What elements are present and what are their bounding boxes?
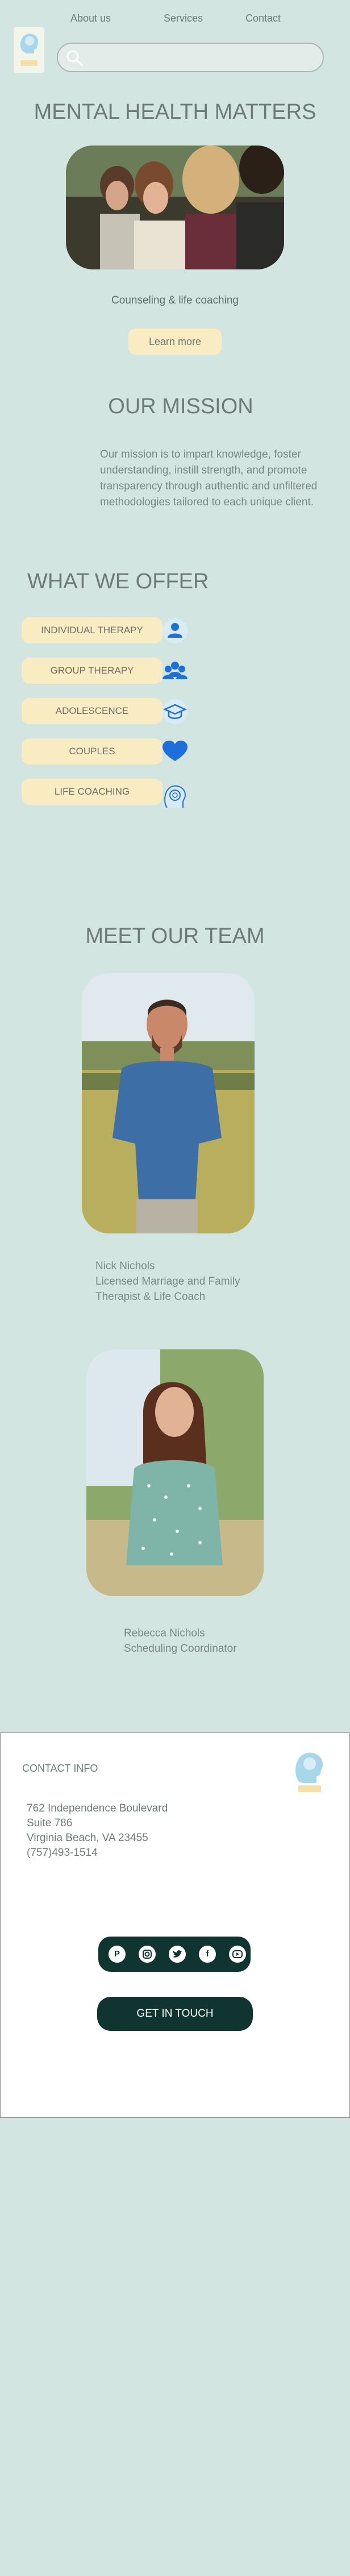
- hero-image: [66, 146, 284, 269]
- search-bar[interactable]: [57, 43, 324, 72]
- team-photo-nick: [82, 973, 255, 1233]
- facebook-icon[interactable]: f: [199, 1946, 216, 1963]
- hero-title: MENTAL HEALTH MATTERS: [34, 100, 316, 124]
- offer-label[interactable]: GROUP THERAPY: [22, 658, 163, 684]
- brain-icon: [164, 785, 186, 808]
- nav-services[interactable]: Services: [164, 13, 203, 24]
- head-logo-icon: [20, 34, 39, 53]
- mission-text: Our mission is to impart knowledge, fost…: [100, 448, 318, 508]
- address-line: Virginia Beach, VA 23455: [27, 1832, 148, 1844]
- heart-icon: [163, 741, 188, 761]
- group-icon: [163, 662, 188, 679]
- nav-contact[interactable]: Contact: [245, 13, 281, 24]
- youtube-icon[interactable]: [229, 1946, 246, 1963]
- head-logo-icon: [295, 1752, 323, 1792]
- graduation-cap-icon: [163, 699, 188, 724]
- nav-about[interactable]: About us: [70, 13, 111, 24]
- mission-title: OUR MISSION: [108, 394, 253, 418]
- pinterest-icon[interactable]: P: [109, 1946, 126, 1963]
- offer-item-adolescence[interactable]: ADOLESCENCE: [22, 698, 192, 725]
- hero-subtitle: Counseling & life coaching: [111, 294, 239, 306]
- offer-item-couples[interactable]: COUPLES: [22, 738, 192, 766]
- team-member-nick: Nick Nichols Licensed Marriage and Famil…: [95, 1258, 240, 1304]
- offer-label[interactable]: COUPLES: [22, 738, 163, 765]
- search-icon: [66, 50, 84, 67]
- twitter-icon[interactable]: [169, 1946, 186, 1963]
- contact-section: CONTACT INFO 762 Independence Boulevard …: [0, 1732, 350, 2118]
- member-name: Rebecca Nichols: [124, 1627, 205, 1639]
- member-role: Therapist & Life Coach: [95, 1291, 206, 1303]
- team-title: MEET OUR TEAM: [85, 924, 265, 948]
- address-line: 762 Independence Boulevard: [27, 1802, 168, 1814]
- member-name: Nick Nichols: [95, 1260, 155, 1272]
- logo[interactable]: [14, 27, 44, 73]
- team-photo-rebecca: [86, 1349, 264, 1596]
- contact-title: CONTACT INFO: [22, 1763, 98, 1774]
- get-in-touch-button[interactable]: GET IN TOUCH: [97, 1997, 253, 2031]
- search-input[interactable]: [89, 48, 316, 67]
- person-icon: [163, 618, 188, 643]
- offer-label[interactable]: ADOLESCENCE: [22, 698, 163, 724]
- address-line: Suite 786: [27, 1817, 73, 1829]
- team-member-rebecca: Rebecca Nichols Scheduling Coordinator: [124, 1626, 237, 1656]
- logo-base: [20, 60, 38, 66]
- offer-label[interactable]: LIFE COACHING: [22, 779, 163, 805]
- member-role: Licensed Marriage and Family: [95, 1275, 240, 1287]
- social-links: P f: [98, 1937, 251, 1972]
- instagram-icon[interactable]: [139, 1946, 156, 1963]
- learn-more-button[interactable]: Learn more: [128, 329, 222, 355]
- member-role: Scheduling Coordinator: [124, 1643, 237, 1655]
- offer-label[interactable]: INDIVIDUAL THERAPY: [22, 617, 163, 643]
- offer-item-group[interactable]: GROUP THERAPY: [22, 658, 192, 685]
- offer-title: WHAT WE OFFER: [27, 570, 209, 593]
- phone-number[interactable]: (757)493-1514: [27, 1847, 98, 1859]
- offer-item-individual[interactable]: INDIVIDUAL THERAPY: [22, 617, 192, 645]
- offer-item-life-coaching[interactable]: LIFE COACHING: [22, 779, 192, 808]
